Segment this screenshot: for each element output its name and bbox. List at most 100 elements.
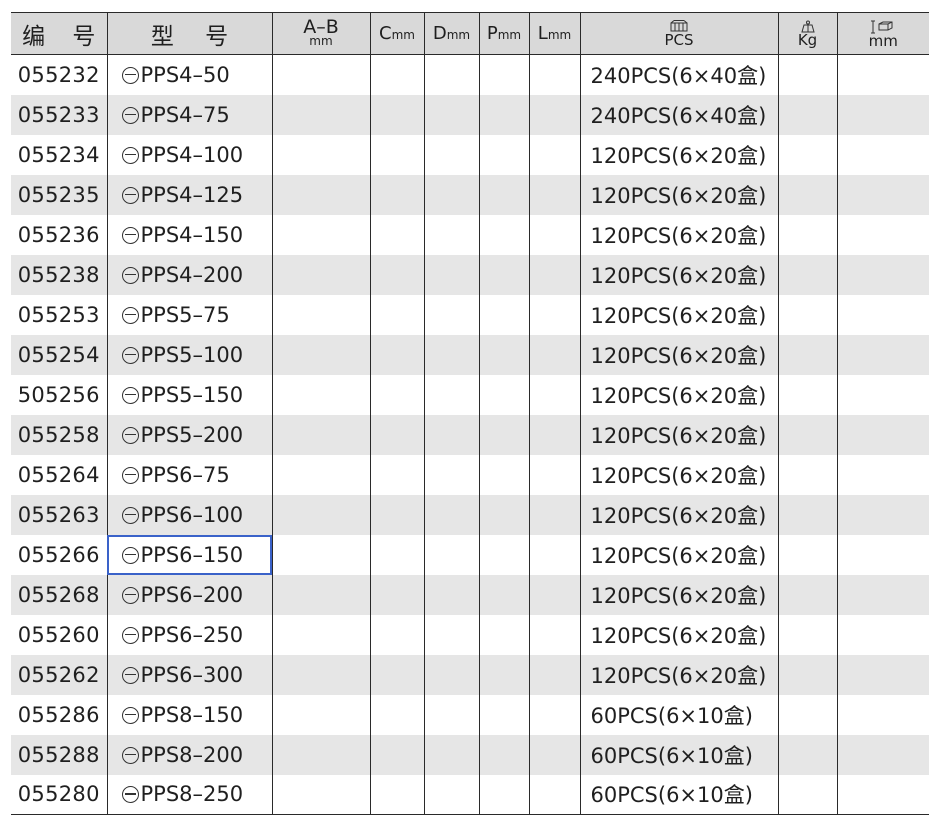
cell-model[interactable]: PPS5–200 [106, 414, 273, 455]
cell-c[interactable] [369, 374, 425, 415]
cell-kg[interactable] [777, 734, 838, 775]
cell-c[interactable] [369, 414, 425, 455]
cell-a-b[interactable] [271, 334, 371, 375]
cell-code[interactable]: 055280 [11, 774, 108, 815]
cell-d[interactable] [423, 334, 480, 375]
table-row[interactable]: 055260 PPS6–250 120PCS(6×20盒) [11, 614, 929, 655]
cell-model[interactable]: PPS8–200 [106, 734, 273, 775]
cell-model[interactable]: PPS4–200 [106, 254, 273, 295]
cell-kg[interactable] [777, 414, 838, 455]
cell-kg[interactable] [777, 134, 838, 175]
cell-model[interactable]: PPS5–150 [106, 374, 273, 415]
cell-model[interactable]: PPS5–75 [106, 294, 273, 335]
cell-l[interactable] [528, 654, 581, 695]
cell-p[interactable] [478, 94, 530, 135]
cell-code[interactable]: 505256 [11, 374, 108, 415]
cell-code[interactable]: 055260 [11, 614, 108, 655]
cell-c[interactable] [369, 174, 425, 215]
cell-d[interactable] [423, 534, 480, 575]
cell-box-mm[interactable] [836, 694, 929, 735]
cell-box-mm[interactable] [836, 134, 929, 175]
cell-a-b[interactable] [271, 574, 371, 615]
table-row[interactable]: 055235 PPS4–125 120PCS(6×20盒) [11, 174, 929, 215]
cell-c[interactable] [369, 134, 425, 175]
cell-model[interactable]: PPS6–75 [106, 454, 273, 495]
cell-a-b[interactable] [271, 94, 371, 135]
table-row[interactable]: 055254 PPS5–100 120PCS(6×20盒) [11, 334, 929, 375]
cell-c[interactable] [369, 694, 425, 735]
cell-box-mm[interactable] [836, 254, 929, 295]
cell-p[interactable] [478, 454, 530, 495]
cell-model[interactable]: PPS4–150 [106, 214, 273, 255]
cell-d[interactable] [423, 734, 480, 775]
cell-d[interactable] [423, 294, 480, 335]
cell-p[interactable] [478, 654, 530, 695]
cell-c[interactable] [369, 534, 425, 575]
cell-p[interactable] [478, 334, 530, 375]
cell-l[interactable] [528, 694, 581, 735]
cell-model[interactable]: PPS4–75 [106, 94, 273, 135]
cell-d[interactable] [423, 254, 480, 295]
table-row[interactable]: 055253 PPS5–75 120PCS(6×20盒) [11, 294, 929, 335]
cell-c[interactable] [369, 734, 425, 775]
cell-p[interactable] [478, 694, 530, 735]
cell-p[interactable] [478, 614, 530, 655]
cell-box-mm[interactable] [836, 54, 929, 95]
cell-d[interactable] [423, 134, 480, 175]
cell-p[interactable] [478, 254, 530, 295]
cell-packing[interactable]: 120PCS(6×20盒) [579, 254, 779, 295]
cell-l[interactable] [528, 614, 581, 655]
cell-code[interactable]: 055288 [11, 734, 108, 775]
cell-model[interactable]: PPS6–100 [106, 494, 273, 535]
cell-model[interactable]: PPS6–300 [106, 654, 273, 695]
table-row[interactable]: 505256 PPS5–150 120PCS(6×20盒) [11, 374, 929, 415]
cell-model[interactable]: PPS5–100 [106, 334, 273, 375]
cell-box-mm[interactable] [836, 734, 929, 775]
cell-d[interactable] [423, 454, 480, 495]
cell-kg[interactable] [777, 374, 838, 415]
cell-packing[interactable]: 120PCS(6×20盒) [579, 374, 779, 415]
cell-a-b[interactable] [271, 654, 371, 695]
cell-model[interactable]: PPS8–250 [106, 774, 273, 815]
cell-box-mm[interactable] [836, 214, 929, 255]
table-row[interactable]: 055234 PPS4–100 120PCS(6×20盒) [11, 134, 929, 175]
cell-d[interactable] [423, 94, 480, 135]
cell-d[interactable] [423, 494, 480, 535]
cell-l[interactable] [528, 54, 581, 95]
table-row[interactable]: 055263 PPS6–100 120PCS(6×20盒) [11, 494, 929, 535]
cell-packing[interactable]: 60PCS(6×10盒) [579, 734, 779, 775]
cell-kg[interactable] [777, 454, 838, 495]
cell-p[interactable] [478, 534, 530, 575]
cell-box-mm[interactable] [836, 454, 929, 495]
cell-p[interactable] [478, 374, 530, 415]
cell-l[interactable] [528, 94, 581, 135]
cell-c[interactable] [369, 774, 425, 815]
cell-p[interactable] [478, 174, 530, 215]
cell-kg[interactable] [777, 294, 838, 335]
cell-d[interactable] [423, 414, 480, 455]
cell-code[interactable]: 055266 [11, 534, 108, 575]
cell-box-mm[interactable] [836, 494, 929, 535]
cell-d[interactable] [423, 774, 480, 815]
table-row[interactable]: 055236 PPS4–150 120PCS(6×20盒) [11, 214, 929, 255]
cell-c[interactable] [369, 294, 425, 335]
cell-l[interactable] [528, 374, 581, 415]
cell-model[interactable]: PPS4–50 [106, 54, 273, 95]
cell-box-mm[interactable] [836, 534, 929, 575]
cell-a-b[interactable] [271, 494, 371, 535]
cell-packing[interactable]: 120PCS(6×20盒) [579, 614, 779, 655]
cell-kg[interactable] [777, 334, 838, 375]
cell-p[interactable] [478, 574, 530, 615]
cell-box-mm[interactable] [836, 654, 929, 695]
cell-a-b[interactable] [271, 134, 371, 175]
cell-code[interactable]: 055268 [11, 574, 108, 615]
cell-a-b[interactable] [271, 254, 371, 295]
cell-l[interactable] [528, 454, 581, 495]
cell-packing[interactable]: 120PCS(6×20盒) [579, 534, 779, 575]
cell-code[interactable]: 055253 [11, 294, 108, 335]
cell-packing[interactable]: 120PCS(6×20盒) [579, 494, 779, 535]
cell-packing[interactable]: 120PCS(6×20盒) [579, 574, 779, 615]
cell-d[interactable] [423, 374, 480, 415]
cell-code[interactable]: 055262 [11, 654, 108, 695]
cell-kg[interactable] [777, 494, 838, 535]
